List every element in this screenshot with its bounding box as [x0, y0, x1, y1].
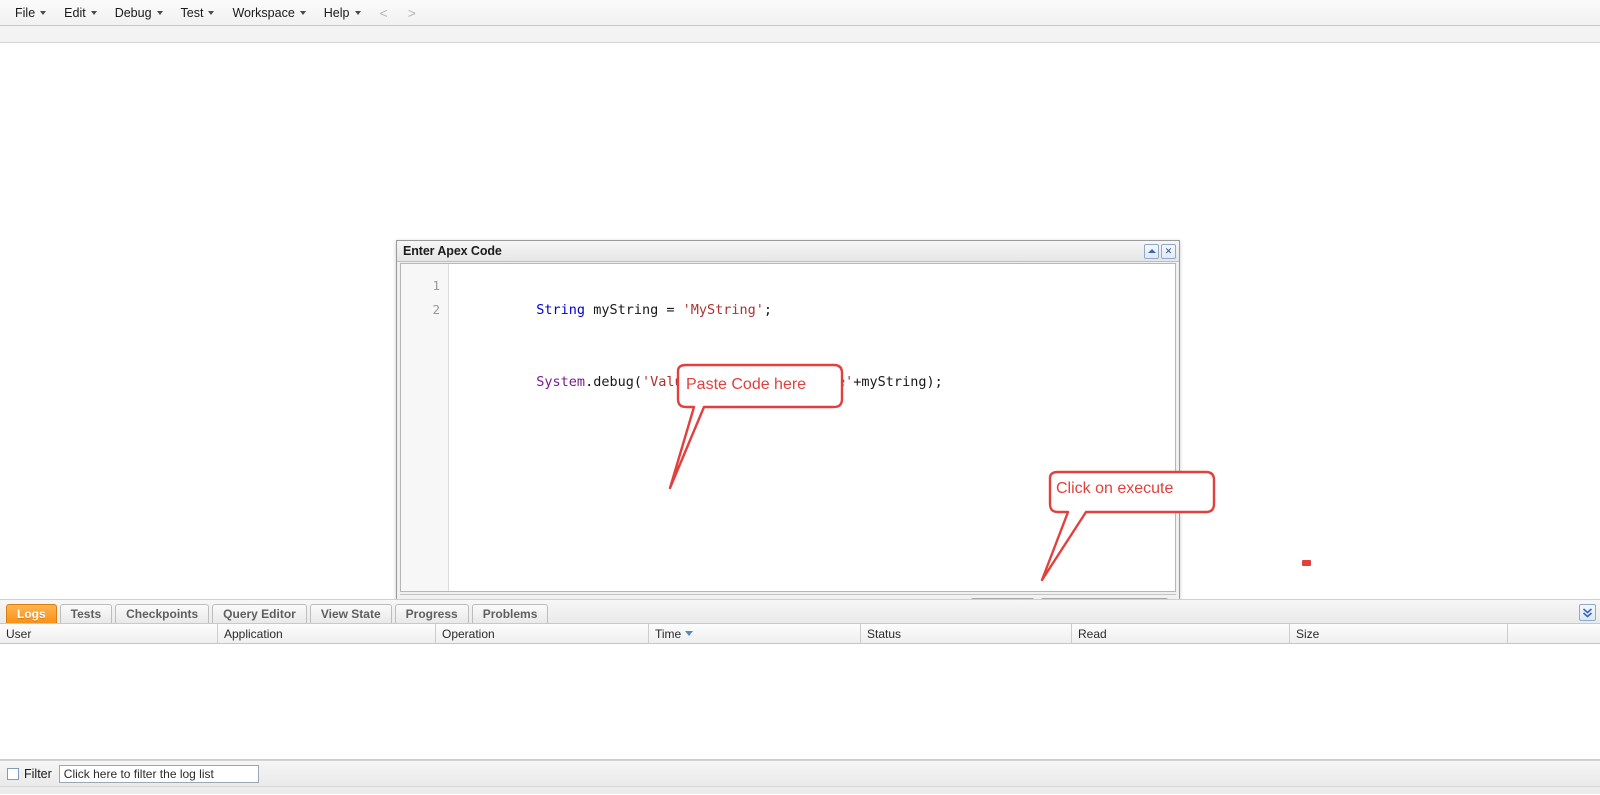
- filter-input[interactable]: [59, 765, 259, 783]
- chevron-down-icon: [91, 11, 97, 15]
- code-token: myString =: [585, 302, 683, 318]
- double-chevron-down-icon[interactable]: [1579, 604, 1596, 621]
- column-label: Operation: [442, 627, 495, 641]
- menu-bar: File Edit Debug Test Workspace Help < >: [0, 0, 1600, 26]
- editor-gutter: 1 2: [401, 264, 449, 591]
- menu-item-label: Debug: [115, 6, 152, 20]
- column-header-read[interactable]: Read: [1072, 624, 1290, 643]
- column-label: User: [6, 627, 31, 641]
- code-token: 'Value of String Variable': [642, 374, 853, 390]
- code-line: System.debug('Value of String Variable'+…: [455, 346, 1175, 418]
- code-token: ;: [764, 302, 772, 318]
- log-grid-header: User Application Operation Time Status R…: [0, 624, 1600, 644]
- checkbox-box: [7, 768, 19, 780]
- menu-item-debug[interactable]: Debug: [106, 3, 172, 23]
- triangle-up-icon: [1148, 249, 1156, 253]
- menu-item-label: Test: [181, 6, 204, 20]
- menu-item-label: File: [15, 6, 35, 20]
- line-number: 2: [401, 298, 448, 322]
- log-grid-body[interactable]: [0, 644, 1600, 759]
- column-header-operation[interactable]: Operation: [436, 624, 649, 643]
- apex-window-title: Enter Apex Code: [403, 244, 1142, 258]
- tab-query-editor[interactable]: Query Editor: [212, 604, 307, 623]
- menu-item-test[interactable]: Test: [172, 3, 224, 23]
- collapse-button[interactable]: [1144, 244, 1159, 259]
- filter-label: Filter: [24, 767, 52, 781]
- nav-forward-icon[interactable]: >: [398, 3, 426, 23]
- code-token: System: [536, 374, 585, 390]
- menu-item-label: Edit: [64, 6, 86, 20]
- workspace-canvas: Enter Apex Code ✕ 1 2 String myString = …: [0, 43, 1600, 600]
- chevron-down-icon: [300, 11, 306, 15]
- chevron-down-icon: [208, 11, 214, 15]
- code-token: 'MyString': [683, 302, 764, 318]
- code-token: +myString);: [853, 374, 942, 390]
- column-label: Application: [224, 627, 283, 641]
- column-header-status[interactable]: Status: [861, 624, 1072, 643]
- log-list-grid: User Application Operation Time Status R…: [0, 624, 1600, 760]
- chevron-down-icon: [355, 11, 361, 15]
- nav-back-icon[interactable]: <: [370, 3, 398, 23]
- close-icon: ✕: [1165, 247, 1173, 256]
- menu-item-file[interactable]: File: [6, 3, 55, 23]
- cursor-marker-icon: [1302, 560, 1311, 566]
- bottom-tab-strip: Logs Tests Checkpoints Query Editor View…: [0, 600, 1600, 624]
- tab-tests[interactable]: Tests: [60, 604, 112, 623]
- apex-window-titlebar: Enter Apex Code ✕: [397, 241, 1179, 262]
- close-button[interactable]: ✕: [1161, 244, 1176, 259]
- code-text-area[interactable]: String myString = 'MyString'; System.deb…: [449, 264, 1175, 591]
- double-chevron-down-glyph: [1582, 607, 1593, 618]
- chevron-down-icon: [157, 11, 163, 15]
- column-header-application[interactable]: Application: [218, 624, 436, 643]
- column-header-user[interactable]: User: [0, 624, 218, 643]
- line-number: 1: [401, 274, 448, 298]
- menu-item-label: Workspace: [232, 6, 294, 20]
- filter-checkbox[interactable]: Filter: [7, 767, 52, 781]
- column-label: Size: [1296, 627, 1319, 641]
- column-label: Time: [655, 627, 681, 641]
- column-header-time[interactable]: Time: [649, 624, 861, 643]
- filter-bar: Filter: [0, 760, 1600, 786]
- code-token: String: [536, 302, 585, 318]
- column-header-size[interactable]: Size: [1290, 624, 1508, 643]
- status-bar: [0, 786, 1600, 794]
- tab-problems[interactable]: Problems: [472, 604, 549, 623]
- code-token: .debug(: [585, 374, 642, 390]
- column-label: Read: [1078, 627, 1107, 641]
- column-label: Status: [867, 627, 901, 641]
- tab-view-state[interactable]: View State: [310, 604, 392, 623]
- enter-apex-code-window: Enter Apex Code ✕ 1 2 String myString = …: [396, 240, 1180, 600]
- tab-logs[interactable]: Logs: [6, 604, 57, 623]
- apex-code-editor[interactable]: 1 2 String myString = 'MyString'; System…: [400, 263, 1176, 592]
- menu-item-edit[interactable]: Edit: [55, 3, 106, 23]
- tab-checkpoints[interactable]: Checkpoints: [115, 604, 209, 623]
- sort-descending-icon: [685, 631, 693, 636]
- menu-item-workspace[interactable]: Workspace: [223, 3, 314, 23]
- tab-progress[interactable]: Progress: [395, 604, 469, 623]
- column-header-spacer: [1508, 624, 1600, 643]
- bottom-panel: Logs Tests Checkpoints Query Editor View…: [0, 600, 1600, 794]
- code-line: String myString = 'MyString';: [455, 274, 1175, 346]
- chevron-down-icon: [40, 11, 46, 15]
- toolbar-strip: [0, 26, 1600, 43]
- menu-item-help[interactable]: Help: [315, 3, 370, 23]
- menu-item-label: Help: [324, 6, 350, 20]
